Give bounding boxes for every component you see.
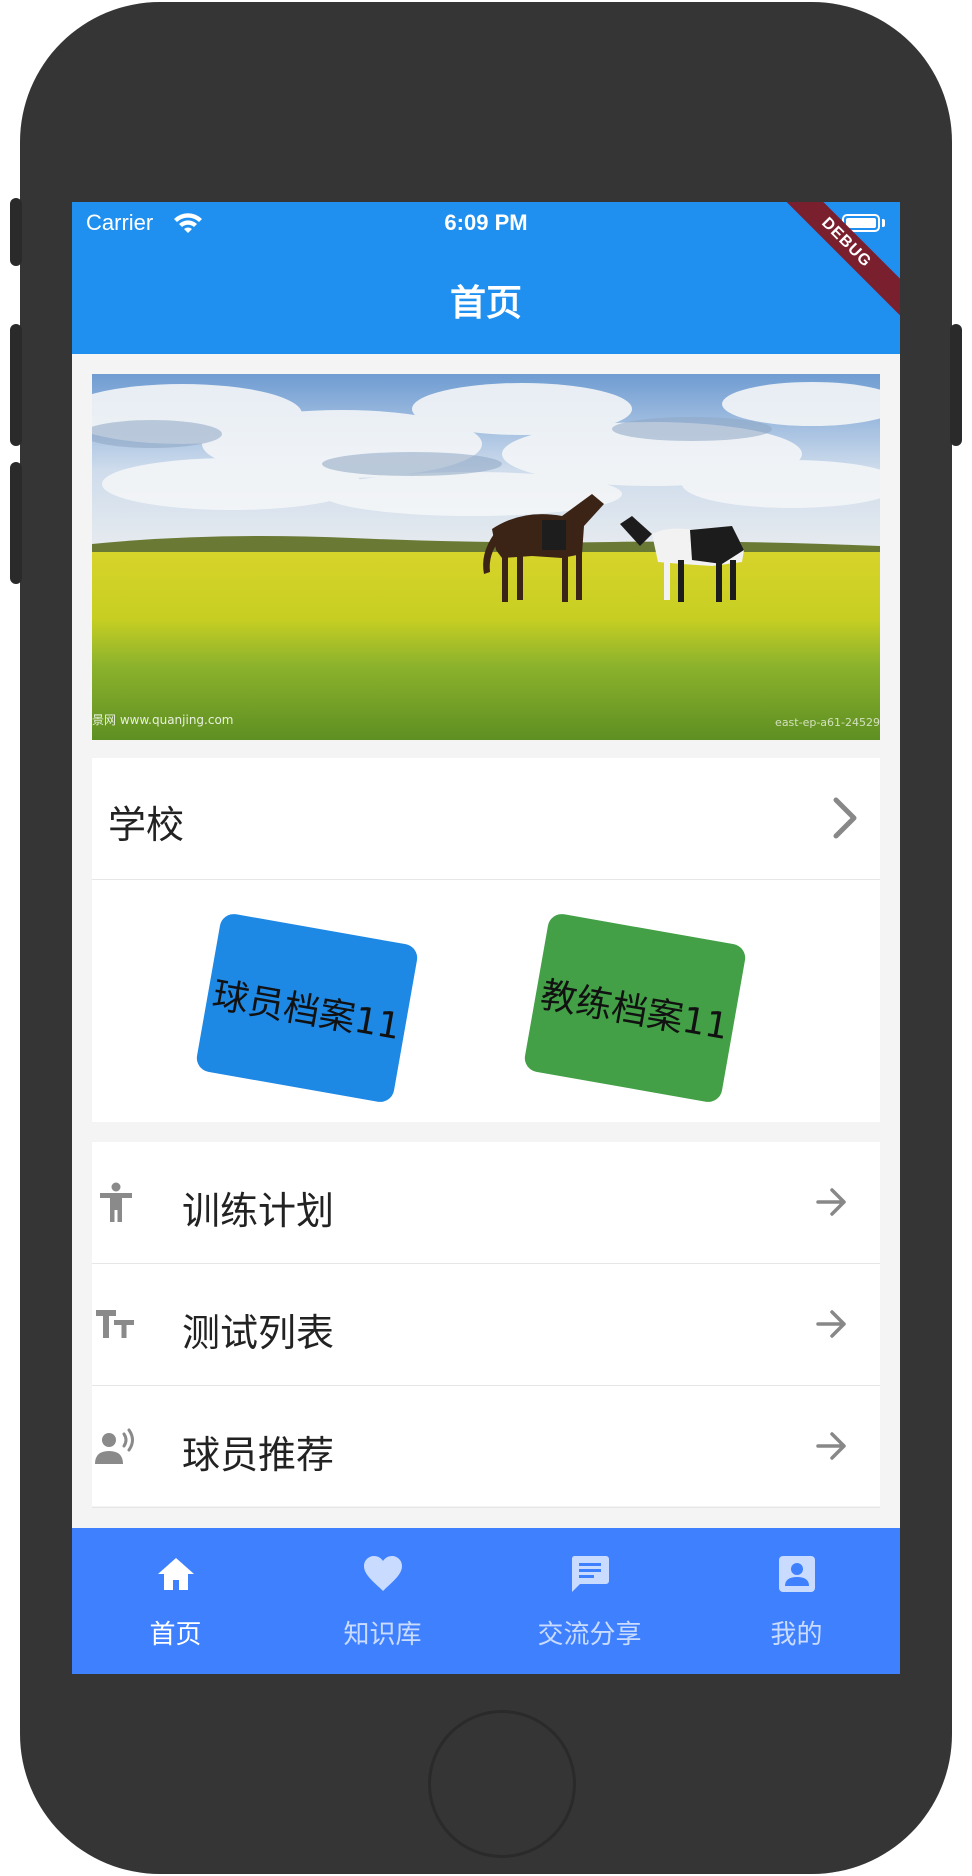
arrow-right-icon (816, 1310, 846, 1338)
nav-label-knowledge: 知识库 (343, 1620, 422, 1650)
banner-illustration: 景网 www.quanjing.com east-ep-a61-24529 (92, 374, 880, 740)
home-icon (158, 1558, 194, 1590)
school-row[interactable]: 学校 (92, 758, 880, 880)
record-voice-icon (95, 1428, 134, 1464)
nav-label-home: 首页 (149, 1620, 202, 1650)
volume-down-button (10, 462, 22, 584)
nav-tab-knowledge[interactable]: 知识库 (279, 1528, 486, 1674)
power-button (950, 324, 962, 446)
banner-watermark-left: 景网 www.quanjing.com (92, 713, 234, 727)
home-hardware-button[interactable] (428, 1710, 576, 1858)
school-label: 学校 (108, 803, 185, 847)
nav-label-mine: 我的 (770, 1620, 823, 1650)
menu-list: 训练计划 测试列表 球员推荐 (92, 1142, 880, 1508)
menu-item-player-recommend[interactable]: 球员推荐 (92, 1386, 880, 1508)
accessibility-icon (100, 1182, 132, 1222)
banner-watermark-right: east-ep-a61-24529 (775, 716, 880, 729)
nav-tab-home[interactable]: 首页 (72, 1528, 279, 1674)
banner-image[interactable]: 景网 www.quanjing.com east-ep-a61-24529 (92, 374, 880, 740)
arrow-right-icon (816, 1188, 846, 1216)
chat-icon (571, 1556, 609, 1592)
menu-item-training-plan[interactable]: 训练计划 (92, 1142, 880, 1264)
account-box-icon (779, 1556, 815, 1592)
app-bar: Carrier 6:09 PM 首页 DEBUG (72, 202, 900, 354)
debug-ribbon: DEBUG (760, 202, 900, 342)
arrow-right-icon (816, 1432, 846, 1460)
nav-tab-mine[interactable]: 我的 (693, 1528, 900, 1674)
coach-archive-card[interactable]: 教练档案11 (522, 911, 748, 1105)
nav-tab-share[interactable]: 交流分享 (486, 1528, 693, 1674)
menu-label-test-list: 测试列表 (182, 1311, 335, 1355)
menu-label-player-recommend: 球员推荐 (182, 1433, 335, 1477)
bottom-nav: 首页 知识库 交流分享 我的 (72, 1528, 900, 1674)
app-screen: Carrier 6:09 PM 首页 DEBUG 景网 www.quanjing… (72, 202, 900, 1674)
player-archive-card[interactable]: 球员档案11 (194, 911, 420, 1105)
mute-switch (10, 198, 22, 266)
text-fields-icon (96, 1310, 134, 1338)
volume-up-button (10, 324, 22, 446)
menu-label-training-plan: 训练计划 (182, 1189, 335, 1233)
chevron-right-icon (833, 797, 857, 839)
heart-icon (364, 1556, 402, 1591)
nav-label-share: 交流分享 (537, 1620, 642, 1650)
menu-item-test-list[interactable]: 测试列表 (92, 1264, 880, 1386)
archive-cards: 球员档案11 教练档案11 (92, 880, 880, 1122)
debug-label: DEBUG (766, 202, 900, 323)
